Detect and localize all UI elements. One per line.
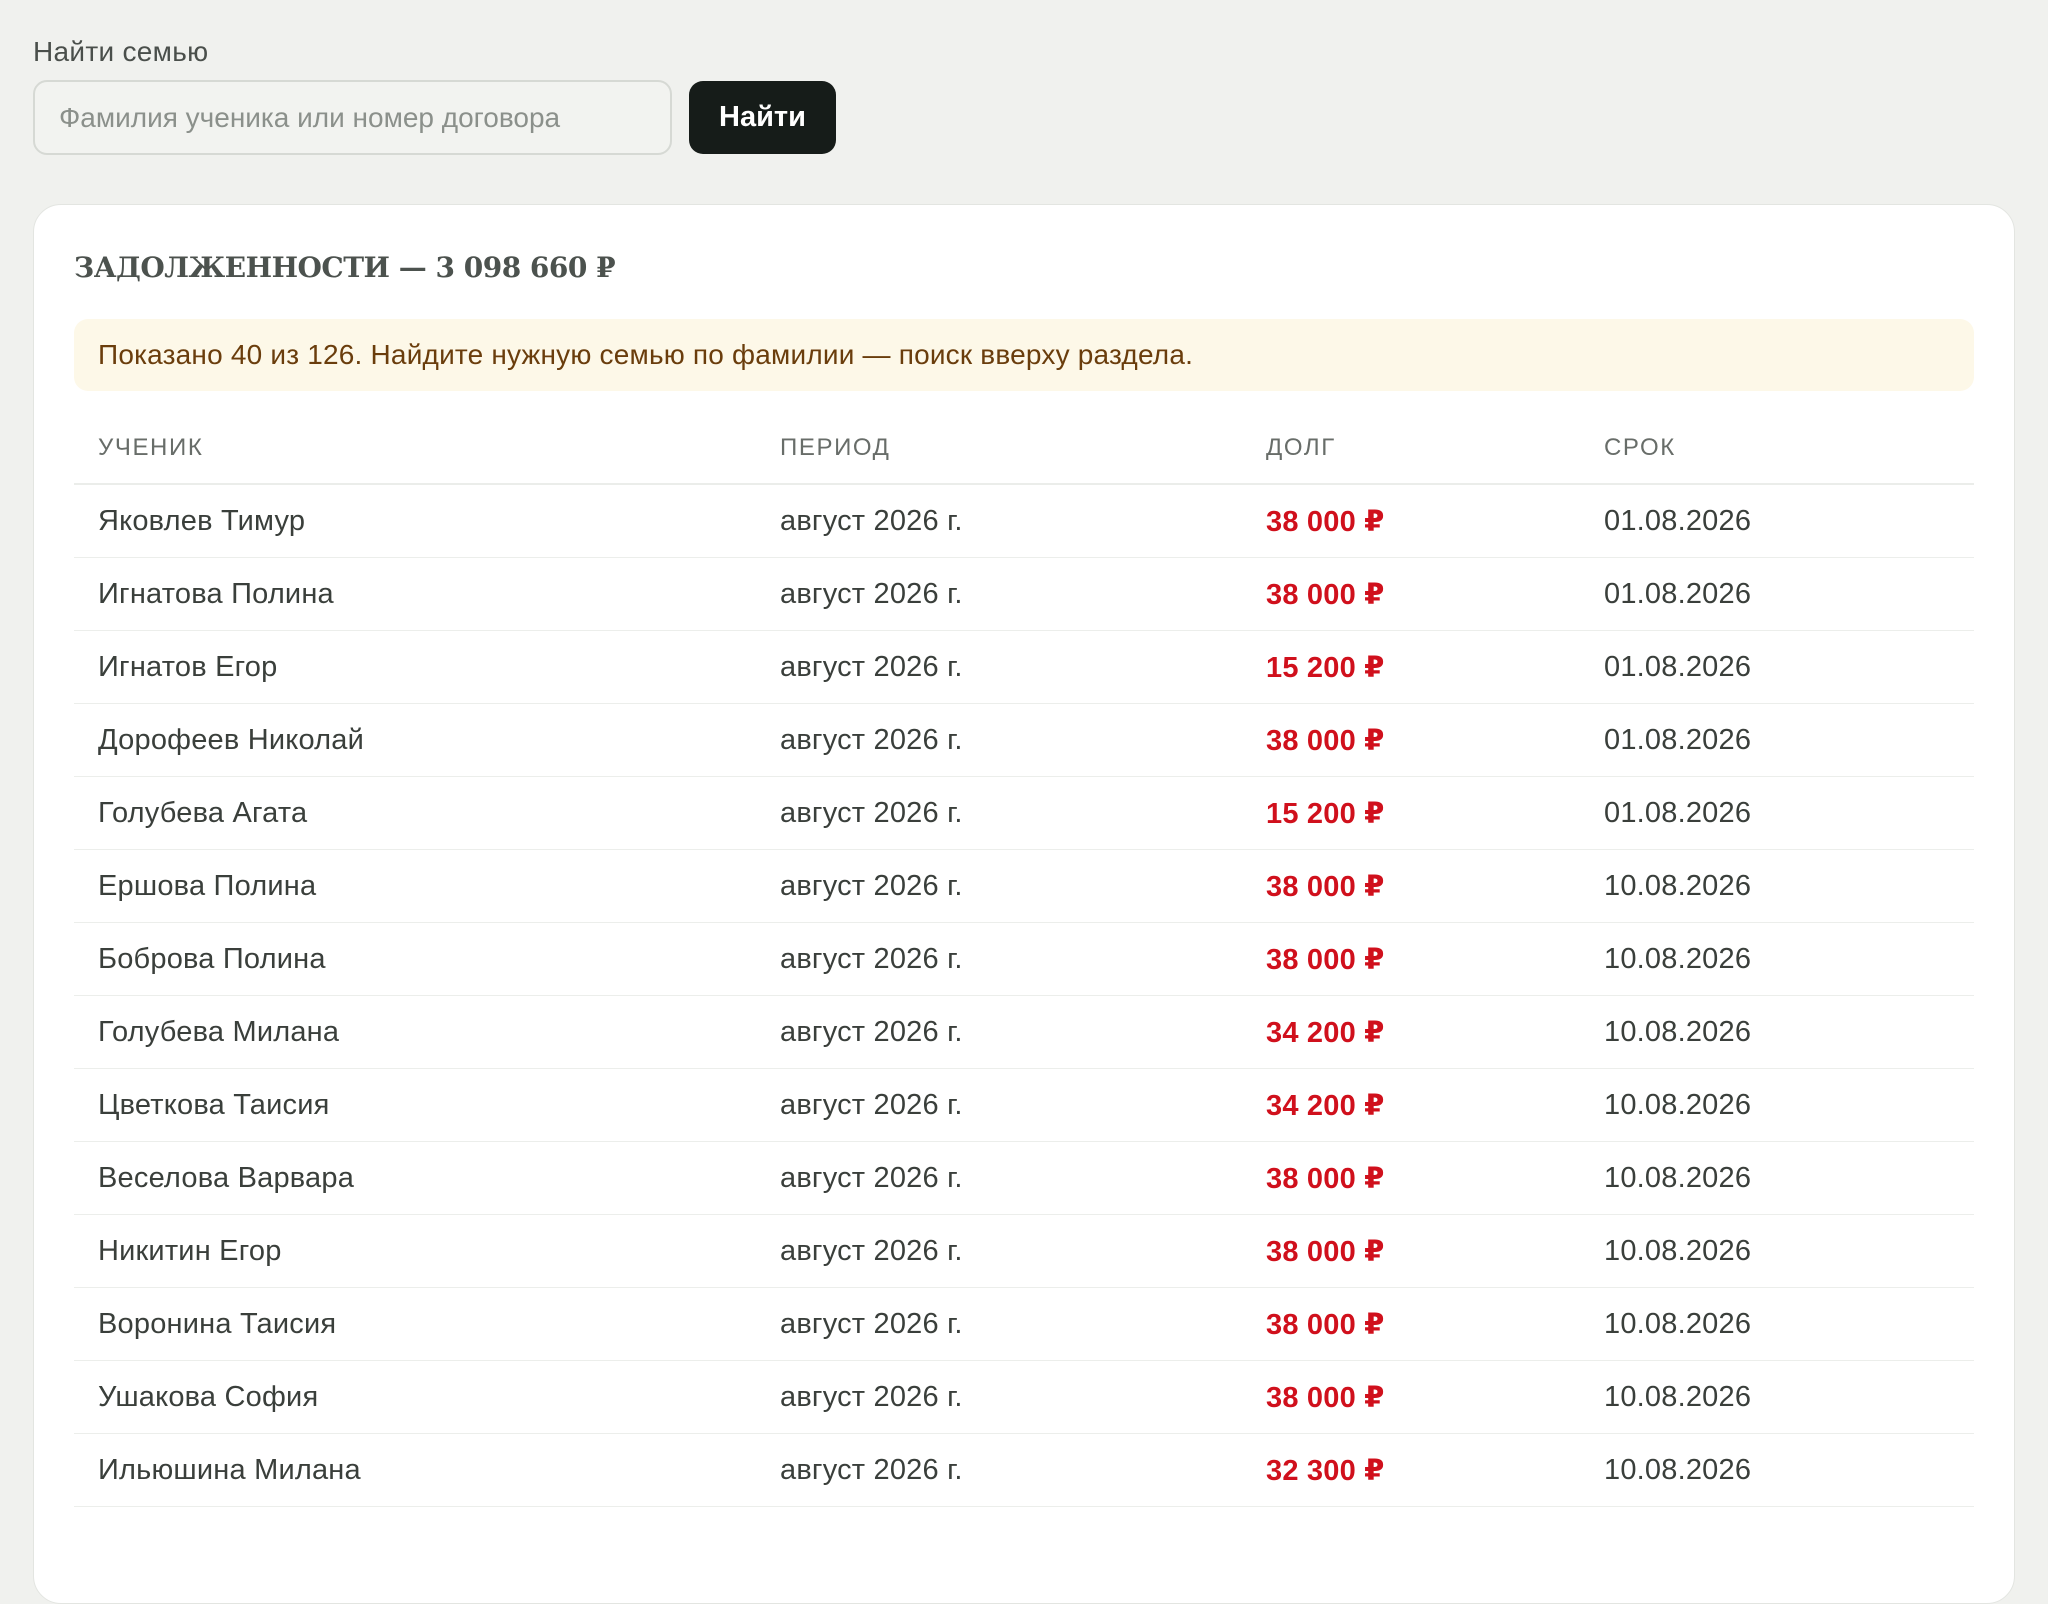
debt-amount: 32 300 ₽ — [1242, 1433, 1580, 1507]
debt-amount: 34 200 ₽ — [1242, 995, 1580, 1069]
search-row: Найти — [33, 80, 836, 155]
period-cell: август 2026 г. — [756, 849, 1242, 923]
debt-amount: 38 000 ₽ — [1242, 1287, 1580, 1361]
period-cell: август 2026 г. — [756, 922, 1242, 996]
table-row[interactable]: Ершова Полина август 2026 г. 38 000 ₽ 10… — [74, 849, 1974, 923]
table-row[interactable]: Дорофеев Николай август 2026 г. 38 000 ₽… — [74, 703, 1974, 777]
student-name: Ершова Полина — [74, 849, 756, 923]
due-date: 10.08.2026 — [1580, 995, 1974, 1069]
debt-amount: 38 000 ₽ — [1242, 1360, 1580, 1434]
debts-title: ЗАДОЛЖЕННОСТИ — 3 098 660 ₽ — [74, 251, 616, 284]
period-cell: август 2026 г. — [756, 1068, 1242, 1142]
due-date: 10.08.2026 — [1580, 1141, 1974, 1215]
student-name: Веселова Варвара — [74, 1141, 756, 1215]
period-cell: август 2026 г. — [756, 1141, 1242, 1215]
table-row[interactable]: Игнатов Егор август 2026 г. 15 200 ₽ 01.… — [74, 630, 1974, 704]
due-date: 01.08.2026 — [1580, 703, 1974, 777]
period-cell: август 2026 г. — [756, 1433, 1242, 1507]
results-notice: Показано 40 из 126. Найдите нужную семью… — [74, 319, 1974, 391]
debt-amount: 38 000 ₽ — [1242, 849, 1580, 923]
period-cell: август 2026 г. — [756, 630, 1242, 704]
student-name: Игнатова Полина — [74, 557, 756, 631]
search-button[interactable]: Найти — [689, 81, 836, 154]
debts-card: ЗАДОЛЖЕННОСТИ — 3 098 660 ₽ Показано 40 … — [33, 204, 2015, 1604]
debt-amount: 38 000 ₽ — [1242, 557, 1580, 631]
student-name: Воронина Таисия — [74, 1287, 756, 1361]
student-name: Цветкова Таисия — [74, 1068, 756, 1142]
due-date: 01.08.2026 — [1580, 484, 1974, 558]
due-date: 01.08.2026 — [1580, 557, 1974, 631]
table-row[interactable]: Голубева Милана август 2026 г. 34 200 ₽ … — [74, 995, 1974, 1069]
table-row[interactable]: Игнатова Полина август 2026 г. 38 000 ₽ … — [74, 557, 1974, 631]
student-name: Никитин Егор — [74, 1214, 756, 1288]
period-cell: август 2026 г. — [756, 995, 1242, 1069]
student-name: Яковлев Тимур — [74, 484, 756, 558]
period-cell: август 2026 г. — [756, 1214, 1242, 1288]
due-date: 10.08.2026 — [1580, 1287, 1974, 1361]
debt-amount: 38 000 ₽ — [1242, 922, 1580, 996]
debts-table: УЧЕНИК ПЕРИОД ДОЛГ СРОК Яковлев Тимур ав… — [74, 413, 1974, 1507]
column-header-period: ПЕРИОД — [756, 413, 1242, 485]
due-date: 10.08.2026 — [1580, 849, 1974, 923]
table-row[interactable]: Яковлев Тимур август 2026 г. 38 000 ₽ 01… — [74, 484, 1974, 558]
period-cell: август 2026 г. — [756, 1360, 1242, 1434]
column-header-debt: ДОЛГ — [1242, 413, 1580, 485]
debt-amount: 38 000 ₽ — [1242, 484, 1580, 558]
due-date: 10.08.2026 — [1580, 1360, 1974, 1434]
table-row[interactable]: Ильюшина Милана август 2026 г. 32 300 ₽ … — [74, 1433, 1974, 1507]
student-name: Голубева Милана — [74, 995, 756, 1069]
search-label: Найти семью — [33, 36, 209, 67]
column-header-due: СРОК — [1580, 413, 1974, 485]
search-input[interactable] — [33, 80, 672, 155]
family-search: Найти семью Найти — [33, 34, 836, 155]
due-date: 10.08.2026 — [1580, 1433, 1974, 1507]
student-name: Боброва Полина — [74, 922, 756, 996]
period-cell: август 2026 г. — [756, 776, 1242, 850]
debt-amount: 38 000 ₽ — [1242, 703, 1580, 777]
debt-amount: 34 200 ₽ — [1242, 1068, 1580, 1142]
period-cell: август 2026 г. — [756, 703, 1242, 777]
table-row[interactable]: Воронина Таисия август 2026 г. 38 000 ₽ … — [74, 1287, 1974, 1361]
table-row[interactable]: Боброва Полина август 2026 г. 38 000 ₽ 1… — [74, 922, 1974, 996]
due-date: 10.08.2026 — [1580, 1068, 1974, 1142]
due-date: 01.08.2026 — [1580, 776, 1974, 850]
table-header-row: УЧЕНИК ПЕРИОД ДОЛГ СРОК — [74, 413, 1974, 485]
period-cell: август 2026 г. — [756, 557, 1242, 631]
table-row[interactable]: Никитин Егор август 2026 г. 38 000 ₽ 10.… — [74, 1214, 1974, 1288]
debt-amount: 15 200 ₽ — [1242, 776, 1580, 850]
due-date: 10.08.2026 — [1580, 1214, 1974, 1288]
table-row[interactable]: Цветкова Таисия август 2026 г. 34 200 ₽ … — [74, 1068, 1974, 1142]
period-cell: август 2026 г. — [756, 484, 1242, 558]
student-name: Голубева Агата — [74, 776, 756, 850]
due-date: 01.08.2026 — [1580, 630, 1974, 704]
due-date: 10.08.2026 — [1580, 922, 1974, 996]
table-row[interactable]: Голубева Агата август 2026 г. 15 200 ₽ 0… — [74, 776, 1974, 850]
column-header-student: УЧЕНИК — [74, 413, 756, 485]
student-name: Ильюшина Милана — [74, 1433, 756, 1507]
student-name: Игнатов Егор — [74, 630, 756, 704]
student-name: Ушакова София — [74, 1360, 756, 1434]
debt-amount: 15 200 ₽ — [1242, 630, 1580, 704]
period-cell: август 2026 г. — [756, 1287, 1242, 1361]
student-name: Дорофеев Николай — [74, 703, 756, 777]
table-row[interactable]: Веселова Варвара август 2026 г. 38 000 ₽… — [74, 1141, 1974, 1215]
debt-amount: 38 000 ₽ — [1242, 1214, 1580, 1288]
debt-amount: 38 000 ₽ — [1242, 1141, 1580, 1215]
table-row[interactable]: Ушакова София август 2026 г. 38 000 ₽ 10… — [74, 1360, 1974, 1434]
